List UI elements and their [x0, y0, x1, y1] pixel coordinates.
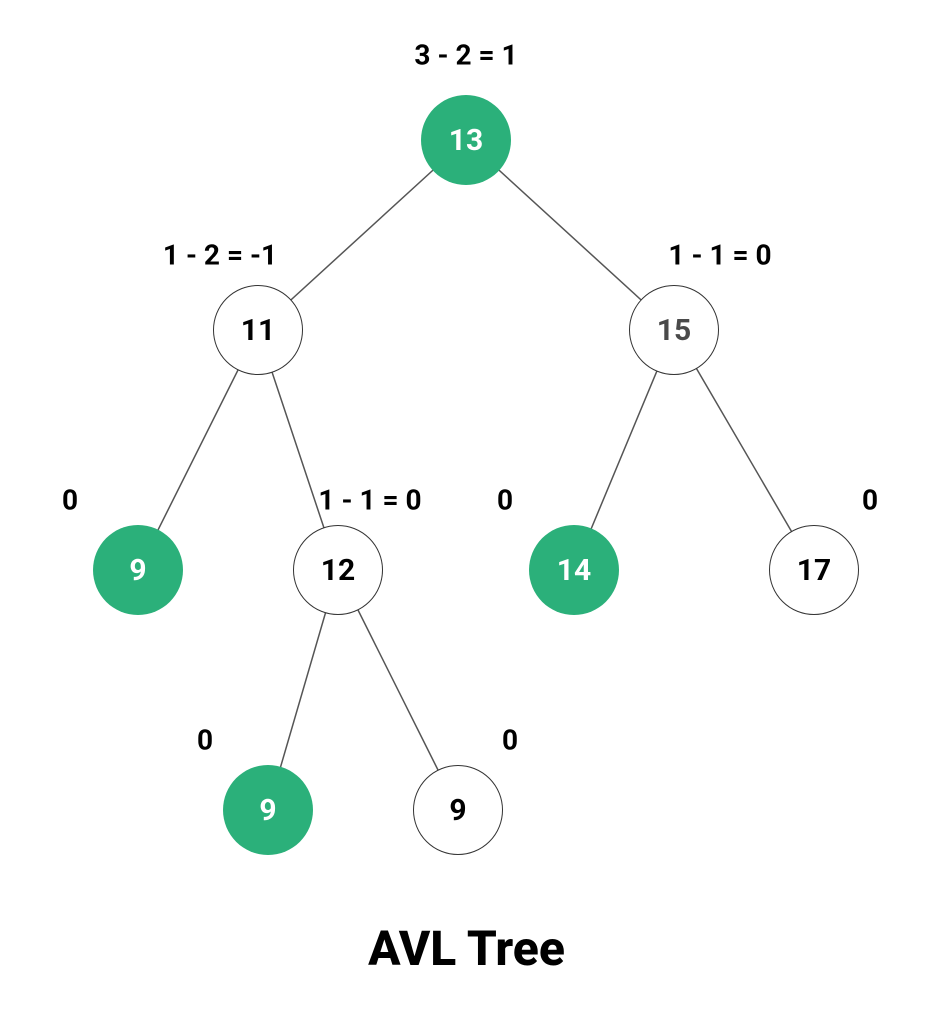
balance-label-17: 0 [862, 484, 878, 517]
tree-node-11: 11 [213, 285, 303, 375]
node-value: 14 [557, 553, 591, 588]
node-value: 9 [259, 793, 276, 828]
balance-label-12: 1 - 1 = 0 [318, 484, 421, 517]
node-value: 11 [241, 313, 275, 348]
tree-node-17: 17 [769, 525, 859, 615]
balance-label-14: 0 [497, 484, 513, 517]
balance-label-9c: 0 [502, 724, 518, 757]
node-value: 15 [657, 313, 691, 348]
balance-label-11: 1 - 2 = -1 [163, 239, 277, 272]
node-value: 9 [449, 793, 466, 828]
balance-label-15: 1 - 1 = 0 [668, 239, 771, 272]
avl-tree-diagram: 3 - 2 = 1 13 1 - 2 = -1 11 1 - 1 = 0 15 … [0, 0, 933, 1024]
balance-label-9a: 0 [62, 484, 78, 517]
node-value: 17 [797, 553, 831, 588]
diagram-title: AVL Tree [368, 920, 565, 977]
tree-node-12: 12 [293, 525, 383, 615]
tree-node-14: 14 [529, 525, 619, 615]
node-value: 12 [321, 553, 355, 588]
tree-node-9c: 9 [413, 765, 503, 855]
tree-node-13: 13 [421, 95, 511, 185]
node-value: 9 [129, 553, 146, 588]
balance-label-9b: 0 [197, 724, 213, 757]
tree-node-9a: 9 [93, 525, 183, 615]
balance-label-13: 3 - 2 = 1 [414, 39, 517, 72]
node-value: 13 [449, 123, 483, 158]
tree-node-15: 15 [629, 285, 719, 375]
tree-node-9b: 9 [223, 765, 313, 855]
